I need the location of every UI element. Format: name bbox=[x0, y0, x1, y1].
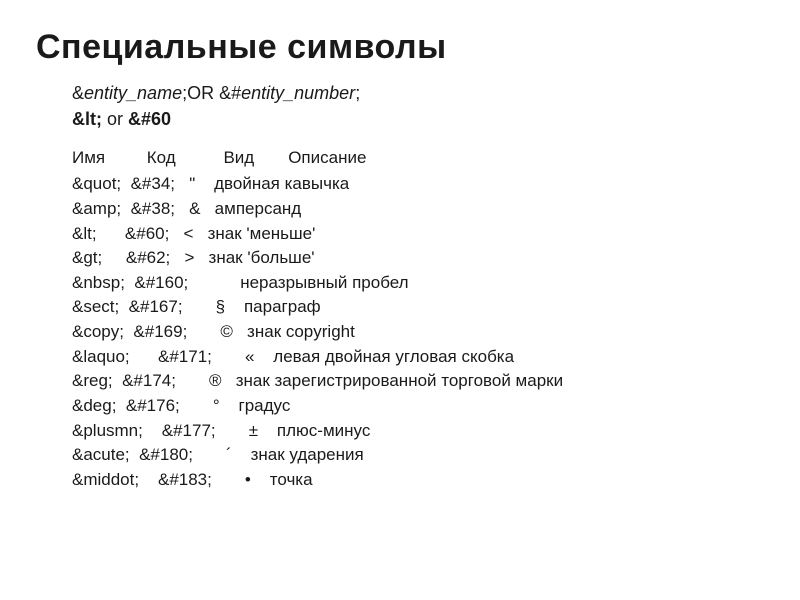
table-row: &plusmn; &#177; ± плюс-минус bbox=[72, 419, 764, 444]
table-row: &lt; &#60; < знак 'меньше' bbox=[72, 222, 764, 247]
table-row: &sect; &#167; § параграф bbox=[72, 295, 764, 320]
table-row: &amp; &#38; & амперсанд bbox=[72, 197, 764, 222]
table-row: &middot; &#183; • точка bbox=[72, 468, 764, 493]
entity-name-placeholder: entity_name bbox=[84, 83, 182, 103]
table-row: &quot; &#34; " двойная кавычка bbox=[72, 172, 764, 197]
syntax-line-2: &lt; or &#60 bbox=[72, 107, 764, 131]
example-60: &#60 bbox=[128, 109, 171, 129]
table-row: &deg; &#176; ° градус bbox=[72, 394, 764, 419]
table-row: &acute; &#180; ´ знак ударения bbox=[72, 443, 764, 468]
table-row: &nbsp; &#160; неразрывный пробел bbox=[72, 271, 764, 296]
header-code: Код bbox=[147, 146, 219, 171]
table-row: &reg; &#174; ® знак зарегистрированной т… bbox=[72, 369, 764, 394]
syntax-prefix: & bbox=[72, 83, 84, 103]
entity-table: Имя Код Вид Описание &quot; &#34; " двой… bbox=[72, 146, 764, 493]
example-or: or bbox=[102, 109, 128, 129]
table-row: &laquo; &#171; « левая двойная угловая с… bbox=[72, 345, 764, 370]
syntax-mid: ;OR &# bbox=[182, 83, 241, 103]
example-lt: &lt; bbox=[72, 109, 102, 129]
entity-number-placeholder: entity_number bbox=[241, 83, 355, 103]
table-row: &gt; &#62; > знак 'больше' bbox=[72, 246, 764, 271]
syntax-suffix: ; bbox=[355, 83, 360, 103]
syntax-line-1: &entity_name;OR &#entity_number; bbox=[72, 81, 764, 105]
header-name: Имя bbox=[72, 146, 142, 171]
table-header: Имя Код Вид Описание bbox=[72, 146, 764, 171]
syntax-block: &entity_name;OR &#entity_number; &lt; or… bbox=[72, 81, 764, 132]
header-view: Вид bbox=[223, 146, 283, 171]
page-title: Специальные символы bbox=[36, 28, 764, 67]
table-row: &copy; &#169; © знак copyright bbox=[72, 320, 764, 345]
header-desc: Описание bbox=[288, 146, 366, 171]
